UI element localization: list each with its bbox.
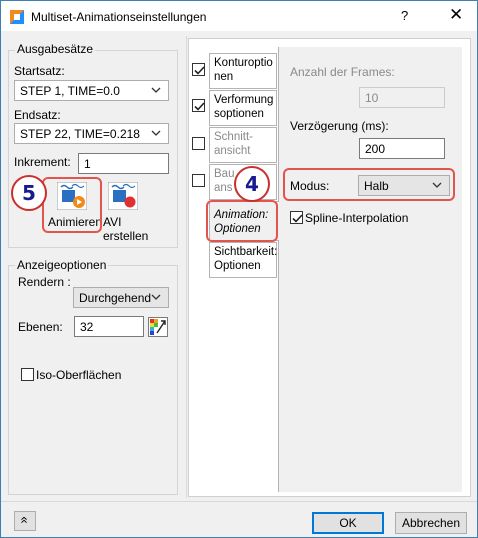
panel-divider [186, 36, 187, 498]
ebenen-input[interactable]: 32 [74, 316, 144, 337]
close-button[interactable]: ✕ [449, 5, 463, 25]
help-button[interactable]: ? [401, 8, 408, 23]
anzeige-group-title: Anzeigeoptionen [15, 258, 109, 272]
animation-tab-highlight [206, 200, 278, 242]
inkrement-input[interactable]: 1 [78, 153, 169, 174]
startsatz-dropdown[interactable]: STEP 1, TIME=0.0 [14, 80, 169, 101]
mode-highlight [283, 168, 455, 201]
collapse-button[interactable]: « [14, 511, 36, 531]
tab-checkbox-kontur[interactable] [192, 63, 205, 76]
inkrement-label: Inkrement: [14, 155, 71, 169]
record-avi-icon [108, 182, 138, 210]
delay-input[interactable]: 200 [359, 138, 445, 159]
double-chevron-up-icon: « [17, 516, 33, 524]
chevron-down-icon [151, 294, 161, 300]
endsatz-dropdown[interactable]: STEP 22, TIME=0.218 [14, 123, 169, 144]
tab-checkbox-schnitt[interactable] [192, 137, 205, 150]
avi-label-line2: erstellen [103, 229, 149, 243]
startsatz-label: Startsatz: [14, 64, 65, 78]
checkmark-icon [194, 66, 205, 75]
endsatz-label: Endsatz: [14, 108, 61, 122]
chevron-down-icon [151, 130, 161, 136]
iso-surface-checkbox[interactable] [21, 368, 34, 381]
footer-separator [1, 501, 477, 502]
chevron-down-icon [151, 87, 161, 93]
delay-label: Verzögerung (ms): [290, 119, 389, 133]
animieren-highlight [42, 177, 102, 233]
step-badge-4: 4 [234, 166, 270, 202]
ausgabe-group-title: Ausgabesätze [15, 42, 96, 56]
ebenen-label: Ebenen: [18, 320, 63, 334]
ok-button[interactable]: OK [312, 512, 384, 534]
avi-label-line1: AVI [103, 215, 122, 229]
cancel-button[interactable]: Abbrechen [395, 512, 467, 534]
avi-erstellen-button[interactable]: AVI erstellen [103, 180, 159, 243]
color-map-icon[interactable] [148, 317, 168, 337]
tab-checkbox-bauteil[interactable] [192, 174, 205, 187]
tab-verformungsoptionen[interactable]: Verformung soptionen [209, 90, 277, 126]
tab-schnittansicht[interactable]: Schnitt-ansicht [209, 127, 277, 163]
tab-sichtbarkeit-optionen[interactable]: Sichtbarkeit: Optionen [209, 242, 277, 278]
spline-label: Spline-Interpolation [305, 211, 409, 225]
checkmark-icon [292, 214, 303, 223]
frames-label: Anzahl der Frames: [290, 65, 395, 79]
iso-surface-label: Iso-Oberflächen [36, 368, 122, 382]
step-badge-5: 5 [11, 175, 47, 211]
tab-konturoptionen[interactable]: Konturoptio nen [209, 53, 277, 89]
frames-input: 10 [359, 87, 445, 108]
dialog-window: Multiset-Animationseinstellungen ? ✕ Aus… [0, 0, 478, 538]
rendern-value: Durchgehend [79, 291, 152, 305]
app-logo-icon [10, 10, 24, 24]
title-bar: Multiset-Animationseinstellungen ? ✕ [1, 1, 477, 31]
tab-checkbox-verformung[interactable] [192, 99, 205, 112]
checkmark-icon [194, 102, 205, 111]
spline-checkbox[interactable] [290, 211, 303, 224]
rendern-label: Rendern : [18, 275, 71, 289]
window-title: Multiset-Animationseinstellungen [31, 10, 207, 24]
options-pane [278, 47, 462, 492]
startsatz-value: STEP 1, TIME=0.0 [20, 84, 120, 98]
endsatz-value: STEP 22, TIME=0.218 [20, 127, 140, 141]
rendern-dropdown[interactable]: Durchgehend [73, 287, 169, 308]
